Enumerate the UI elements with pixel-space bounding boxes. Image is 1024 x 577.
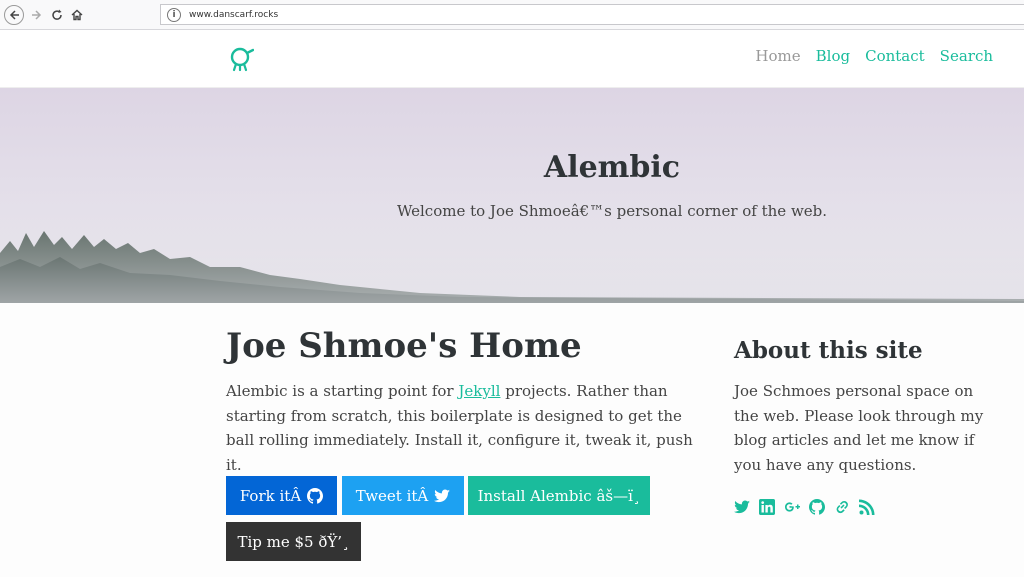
google-plus-icon[interactable]: [784, 499, 800, 515]
page-heading: Joe Shmoe's Home: [226, 326, 582, 366]
url-text: www.danscarf.rocks: [189, 9, 279, 20]
browser-toolbar: i www.danscarf.rocks: [0, 0, 1024, 30]
tweet-button-label: Tweet itÂ: [355, 486, 429, 505]
link-icon[interactable]: [834, 499, 850, 515]
nav-blog[interactable]: Blog: [816, 47, 850, 65]
tip-button-label: Tip me $5 ðŸ’¸: [237, 532, 350, 551]
hero-subtitle: Welcome to Joe Shmoeâ€™s personal corner…: [396, 202, 828, 220]
github-icon: [307, 487, 324, 504]
fork-button-label: Fork itÂ: [239, 486, 302, 505]
fog-overlay: [0, 213, 1024, 303]
install-button-label: Install Alembic âš—ï¸: [477, 486, 641, 505]
install-button[interactable]: Install Alembic âš—ï¸: [468, 476, 650, 515]
reload-icon[interactable]: [48, 6, 66, 24]
twitter-icon[interactable]: [734, 499, 750, 515]
github-icon[interactable]: [809, 499, 825, 515]
address-bar[interactable]: i www.danscarf.rocks: [160, 4, 1024, 25]
social-links: [734, 499, 1002, 515]
sidebar: About this site Joe Schmoes personal spa…: [734, 336, 1002, 515]
forward-icon[interactable]: [28, 6, 46, 24]
sidebar-text: Joe Schmoes personal space on the web. P…: [734, 382, 984, 474]
twitter-icon: [434, 489, 451, 502]
main-nav: Home Blog Contact Search: [755, 47, 993, 65]
hero-banner: Alembic Welcome to Joe Shmoeâ€™s persona…: [0, 88, 1024, 303]
jekyll-link[interactable]: Jekyll: [458, 382, 500, 400]
sidebar-heading: About this site: [734, 337, 923, 364]
main-content: Joe Shmoe's Home Alembic is a starting p…: [226, 322, 706, 561]
rss-icon[interactable]: [859, 499, 875, 515]
tweet-button[interactable]: Tweet itÂ: [342, 476, 464, 515]
site-header: Home Blog Contact Search: [0, 30, 1024, 88]
back-icon[interactable]: [4, 5, 24, 25]
tip-button[interactable]: Tip me $5 ðŸ’¸: [226, 522, 361, 561]
alembic-logo-icon[interactable]: [228, 44, 254, 72]
info-icon[interactable]: i: [167, 7, 181, 22]
nav-contact[interactable]: Contact: [865, 47, 925, 65]
nav-search[interactable]: Search: [940, 47, 993, 65]
linkedin-icon[interactable]: [759, 499, 775, 515]
intro-paragraph: Alembic is a starting point for Jekyll p…: [226, 379, 706, 477]
fork-button[interactable]: Fork itÂ: [226, 476, 337, 515]
hero-title: Alembic: [543, 150, 681, 185]
home-icon[interactable]: [68, 6, 86, 24]
nav-home[interactable]: Home: [755, 47, 800, 65]
intro-text-before: Alembic is a starting point for: [226, 382, 459, 400]
